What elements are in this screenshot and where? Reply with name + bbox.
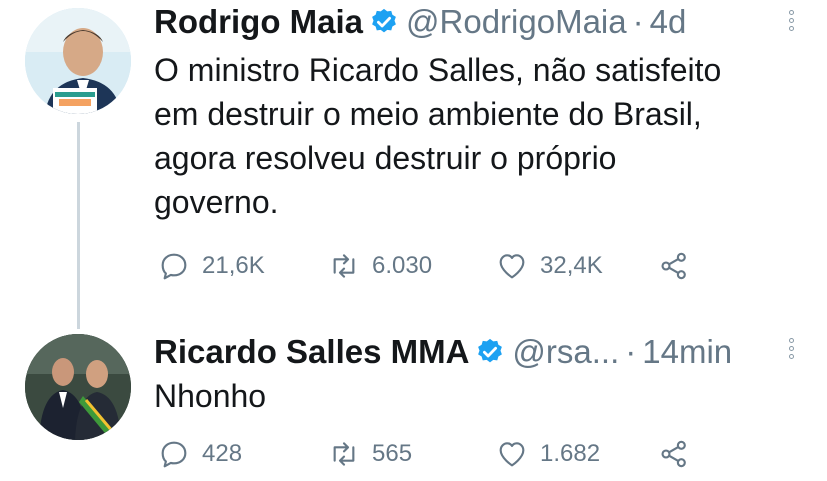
like-button[interactable]: 1.682 <box>496 436 600 472</box>
author-name[interactable]: Ricardo Salles MMA <box>154 332 469 372</box>
retweet-count: 565 <box>372 440 413 467</box>
avatar[interactable] <box>25 8 131 114</box>
share-button[interactable] <box>658 248 702 284</box>
tweet-time[interactable]: 4d <box>650 2 687 42</box>
share-button[interactable] <box>658 436 702 472</box>
reply-icon <box>161 441 187 468</box>
tweet-header: Rodrigo Maia @RodrigoMaia · 4d <box>154 2 686 42</box>
separator-dot: · <box>632 3 644 40</box>
tweet-rodrigo-maia[interactable]: Rodrigo Maia @RodrigoMaia · 4d O ministr… <box>0 0 827 318</box>
reply-button[interactable]: 428 <box>158 436 242 472</box>
more-options-icon[interactable] <box>789 10 795 34</box>
author-name[interactable]: Rodrigo Maia <box>154 2 363 42</box>
tweet-ricardo-salles[interactable]: Ricardo Salles MMA @rsa... · 14min Nhonh… <box>0 318 827 481</box>
verified-badge-icon <box>478 338 503 363</box>
tweet-time[interactable]: 14min <box>642 332 732 372</box>
avatar[interactable] <box>25 334 131 440</box>
author-handle[interactable]: @rsa... <box>512 332 619 372</box>
avatar-photo-icon <box>25 334 131 440</box>
like-button[interactable]: 32,4K <box>496 248 603 284</box>
tweet-actions: 428 565 1.682 <box>158 436 718 472</box>
tweet-text-line: Nhonho <box>154 378 267 414</box>
share-icon <box>661 252 686 280</box>
share-icon <box>661 440 686 468</box>
reply-button[interactable]: 21,6K <box>158 248 265 284</box>
heart-icon <box>499 442 525 467</box>
more-options-icon[interactable] <box>789 338 795 362</box>
verified-badge-icon <box>372 8 396 33</box>
tweet-actions: 21,6K 6.030 32,4K <box>158 248 718 284</box>
reply-icon <box>161 253 187 280</box>
reply-count: 428 <box>202 440 243 467</box>
like-count: 1.682 <box>540 440 601 467</box>
like-count: 32,4K <box>540 252 603 279</box>
tweet-text: Nhonho <box>154 374 794 418</box>
avatar-photo-icon <box>25 8 131 114</box>
author-handle[interactable]: @RodrigoMaia <box>406 2 627 42</box>
retweet-count: 6.030 <box>372 252 433 279</box>
retweet-button[interactable]: 565 <box>328 436 412 472</box>
tweet-text-line: governo. <box>154 184 279 220</box>
tweet-text-line: em destruir o meio ambiente do Brasil, <box>154 96 702 132</box>
tweet-text: O ministro Ricardo Salles, não satisfeit… <box>154 48 794 224</box>
separator-dot: · <box>625 333 637 370</box>
retweet-icon <box>333 254 355 278</box>
heart-icon <box>499 254 525 279</box>
tweet-text-line: agora resolveu destruir o próprio <box>154 140 617 176</box>
tweet-header: Ricardo Salles MMA @rsa... · 14min <box>154 332 732 372</box>
reply-count: 21,6K <box>202 252 265 279</box>
retweet-icon <box>333 442 355 466</box>
tweet-text-line: O ministro Ricardo Salles, não satisfeit… <box>154 52 722 88</box>
retweet-button[interactable]: 6.030 <box>328 248 432 284</box>
